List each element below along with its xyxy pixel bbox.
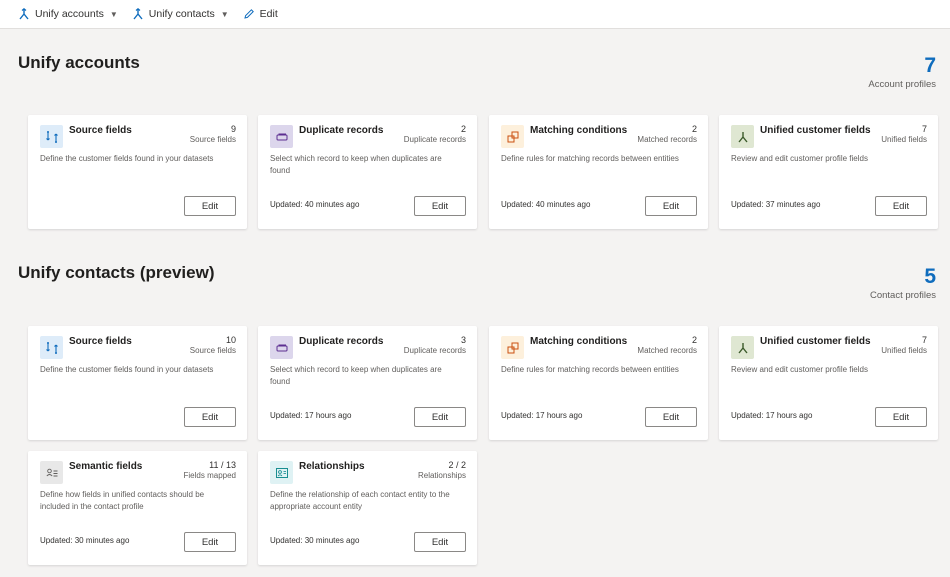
edit-button[interactable]: Edit [184,407,236,427]
card-title: Matching conditions [530,336,628,347]
edit-button[interactable]: Edit [875,407,927,427]
card-title: Semantic fields [69,461,143,472]
command-bar: Unify accounts ▼ Unify contacts ▼ Edit [0,0,950,29]
card-unit: Fields mapped [183,471,236,480]
card-unit: Unified fields [881,135,927,144]
card-matching-conditions: Matching conditions 2 Matched records De… [489,115,708,229]
card-duplicate-records: Duplicate records 3 Duplicate records Se… [258,326,477,440]
card-unit: Duplicate records [403,135,466,144]
card-description: Select which record to keep when duplica… [270,154,442,175]
chevron-down-icon: ▼ [109,9,118,19]
card-description: Review and edit customer profile fields [731,365,868,374]
unify-contacts-menu[interactable]: Unify contacts ▼ [132,8,229,20]
relationships-icon [270,461,293,484]
card-updated: Updated: 40 minutes ago [270,200,360,209]
source-fields-icon [40,125,63,148]
matching-conditions-icon [501,336,524,359]
card-count: 2 [460,124,466,134]
profile-count-number: 7 [924,54,936,77]
card-description: Review and edit customer profile fields [731,154,868,163]
card-unit: Source fields [189,135,236,144]
edit-button[interactable]: Edit [414,532,466,552]
account-profiles-count: 7 Account profiles [868,54,936,91]
card-relationships: Relationships 2 / 2 Relationships Define… [258,451,477,565]
card-unit: Matched records [637,135,697,144]
unify-contacts-label: Unify contacts [148,8,215,20]
card-count: 11 / 13 [209,460,236,470]
edit-button[interactable]: Edit [184,196,236,216]
profile-count-number: 5 [924,265,936,288]
card-count: 2 / 2 [448,460,466,470]
card-description: Define rules for matching records betwee… [501,154,679,163]
unified-fields-icon [731,125,754,148]
card-updated: Updated: 30 minutes ago [270,536,360,545]
card-description: Define how fields in unified contacts sh… [40,490,205,511]
card-title: Duplicate records [299,125,384,136]
duplicate-records-icon [270,336,293,359]
chevron-down-icon: ▼ [220,9,229,19]
card-count: 9 [230,124,236,134]
card-count: 7 [921,124,927,134]
pencil-icon [243,8,255,20]
card-title: Relationships [299,461,365,472]
card-count: 2 [691,335,697,345]
card-description: Define the customer fields found in your… [40,365,214,374]
card-updated: Updated: 17 hours ago [501,411,583,420]
card-unit: Duplicate records [403,346,466,355]
edit-button[interactable]: Edit [184,532,236,552]
card-unit: Unified fields [881,346,927,355]
card-description: Define rules for matching records betwee… [501,365,679,374]
unified-fields-icon [731,336,754,359]
card-title: Unified customer fields [760,125,871,136]
card-count: 7 [921,335,927,345]
card-updated: Updated: 17 hours ago [731,411,813,420]
edit-command-label: Edit [259,8,278,20]
edit-button[interactable]: Edit [414,196,466,216]
card-title: Unified customer fields [760,336,871,347]
card-updated: Updated: 17 hours ago [270,411,352,420]
card-description: Define the relationship of each contact … [270,490,450,511]
card-updated: Updated: 40 minutes ago [501,200,591,209]
card-count: 2 [691,124,697,134]
edit-command[interactable]: Edit [243,8,278,20]
unify-icon [132,8,144,20]
card-updated: Updated: 37 minutes ago [731,200,821,209]
profile-count-label: Contact profiles [869,290,936,301]
card-source-fields: Source fields 10 Source fields Define th… [28,326,247,440]
matching-conditions-icon [501,125,524,148]
duplicate-records-icon [270,125,293,148]
profile-count-label: Account profiles [868,79,936,90]
card-description: Select which record to keep when duplica… [270,365,442,386]
card-semantic-fields: Semantic fields 11 / 13 Fields mapped De… [28,451,247,565]
card-unit: Matched records [637,346,697,355]
card-unit: Relationships [417,471,466,480]
section-title-accounts: Unify accounts [18,53,140,72]
card-updated: Updated: 30 minutes ago [40,536,130,545]
edit-button[interactable]: Edit [645,196,697,216]
card-matching-conditions: Matching conditions 2 Matched records De… [489,326,708,440]
card-unified-customer-fields: Unified customer fields 7 Unified fields… [719,326,938,440]
card-count: 10 [225,335,236,345]
edit-button[interactable]: Edit [414,407,466,427]
contact-profiles-count: 5 Contact profiles [869,265,936,302]
card-title: Source fields [69,125,132,136]
card-description: Define the customer fields found in your… [40,154,214,163]
edit-button[interactable]: Edit [875,196,927,216]
edit-button[interactable]: Edit [645,407,697,427]
section-title-contacts: Unify contacts (preview) [18,263,215,282]
card-title: Source fields [69,336,132,347]
card-count: 3 [460,335,466,345]
unify-icon [18,8,30,20]
card-duplicate-records: Duplicate records 2 Duplicate records Se… [258,115,477,229]
semantic-fields-icon [40,461,63,484]
card-title: Duplicate records [299,336,384,347]
source-fields-icon [40,336,63,359]
card-source-fields: Source fields 9 Source fields Define the… [28,115,247,229]
unify-accounts-menu[interactable]: Unify accounts ▼ [18,8,118,20]
card-title: Matching conditions [530,125,628,136]
card-unified-customer-fields: Unified customer fields 7 Unified fields… [719,115,938,229]
card-unit: Source fields [189,346,236,355]
unify-accounts-label: Unify accounts [35,8,104,20]
